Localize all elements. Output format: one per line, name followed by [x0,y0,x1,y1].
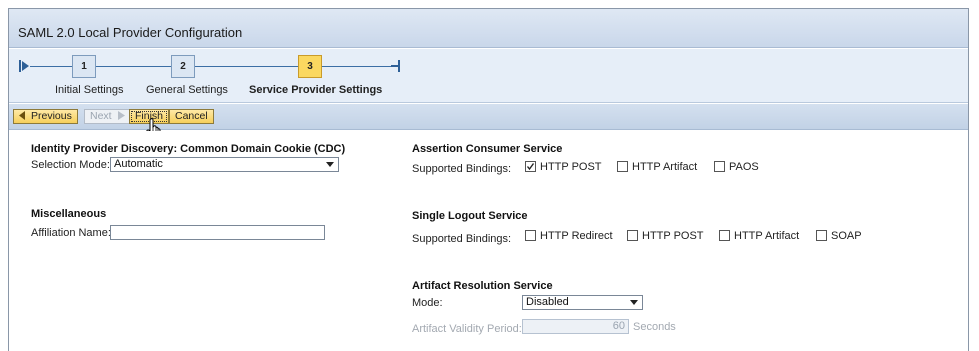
selection-mode-label: Selection Mode: [31,159,110,171]
roadmap-step-2[interactable]: 2 [171,55,195,78]
next-button[interactable]: Next [84,109,131,124]
slo-http-redirect-label[interactable]: HTTP Redirect [540,230,613,242]
config-window: SAML 2.0 Local Provider Configuration 1 … [8,8,969,351]
roadmap-step-3[interactable]: 3 [298,55,322,78]
artifact-validity-period-input[interactable]: 60 [522,319,629,334]
previous-button[interactable]: Previous [13,109,78,124]
acs-paos-label[interactable]: PAOS [729,161,759,173]
arrow-right-icon [117,111,125,120]
roadmap-end-icon [391,60,400,72]
artifact-validity-unit: Seconds [633,321,676,333]
slo-http-post-label[interactable]: HTTP POST [642,230,704,242]
next-button-label: Next [90,110,112,122]
chevron-down-icon [326,162,334,167]
single-logout-service-title: Single Logout Service [412,210,528,222]
roadmap-step-1-label[interactable]: Initial Settings [55,84,123,96]
acs-paos-checkbox[interactable] [714,161,725,172]
slo-soap-label[interactable]: SOAP [831,230,862,242]
affiliation-name-label: Affiliation Name: [31,227,111,239]
roadmap-start-icon [19,60,29,72]
arrow-left-icon [19,111,25,120]
cancel-button[interactable]: Cancel [169,109,214,124]
slo-soap-checkbox[interactable] [816,230,827,241]
roadmap-line [30,66,72,67]
roadmap-step-1[interactable]: 1 [72,55,96,78]
acs-http-post-checkbox[interactable] [525,161,536,172]
checkmark-icon [526,163,535,171]
title-bar: SAML 2.0 Local Provider Configuration [9,9,968,48]
slo-http-artifact-checkbox[interactable] [719,230,730,241]
slo-http-redirect-checkbox[interactable] [525,230,536,241]
roadmap-line [322,66,392,67]
affiliation-name-input[interactable] [110,225,325,240]
roadmap-step-2-label[interactable]: General Settings [146,84,228,96]
selection-mode-value: Automatic [114,158,163,170]
artifact-resolution-service-title: Artifact Resolution Service [412,280,553,292]
ars-mode-select[interactable]: Disabled [522,295,643,310]
slo-http-post-checkbox[interactable] [627,230,638,241]
acs-http-artifact-label[interactable]: HTTP Artifact [632,161,697,173]
roadmap-line [195,66,298,67]
acs-http-post-label[interactable]: HTTP POST [540,161,602,173]
roadmap-step-3-label[interactable]: Service Provider Settings [249,84,382,96]
miscellaneous-title: Miscellaneous [31,208,107,220]
slo-bindings-label: Supported Bindings: [412,233,512,245]
roadmap-line [96,66,171,67]
slo-http-artifact-label[interactable]: HTTP Artifact [734,230,799,242]
ars-mode-label: Mode: [412,297,443,309]
chevron-down-icon [630,300,638,305]
ars-mode-value: Disabled [526,296,569,308]
previous-button-label: Previous [31,110,72,122]
idp-discovery-title: Identity Provider Discovery: Common Doma… [31,143,346,155]
assertion-consumer-service-title: Assertion Consumer Service [412,143,563,155]
acs-bindings-label: Supported Bindings: [412,163,512,175]
selection-mode-select[interactable]: Automatic [110,157,339,172]
acs-http-artifact-checkbox[interactable] [617,161,628,172]
settings-content: Identity Provider Discovery: Common Doma… [9,131,968,351]
artifact-validity-period-label: Artifact Validity Period: [412,323,522,335]
window-title: SAML 2.0 Local Provider Configuration [18,25,243,40]
roadmap: 1 2 3 Initial Settings General Settings … [9,49,968,103]
